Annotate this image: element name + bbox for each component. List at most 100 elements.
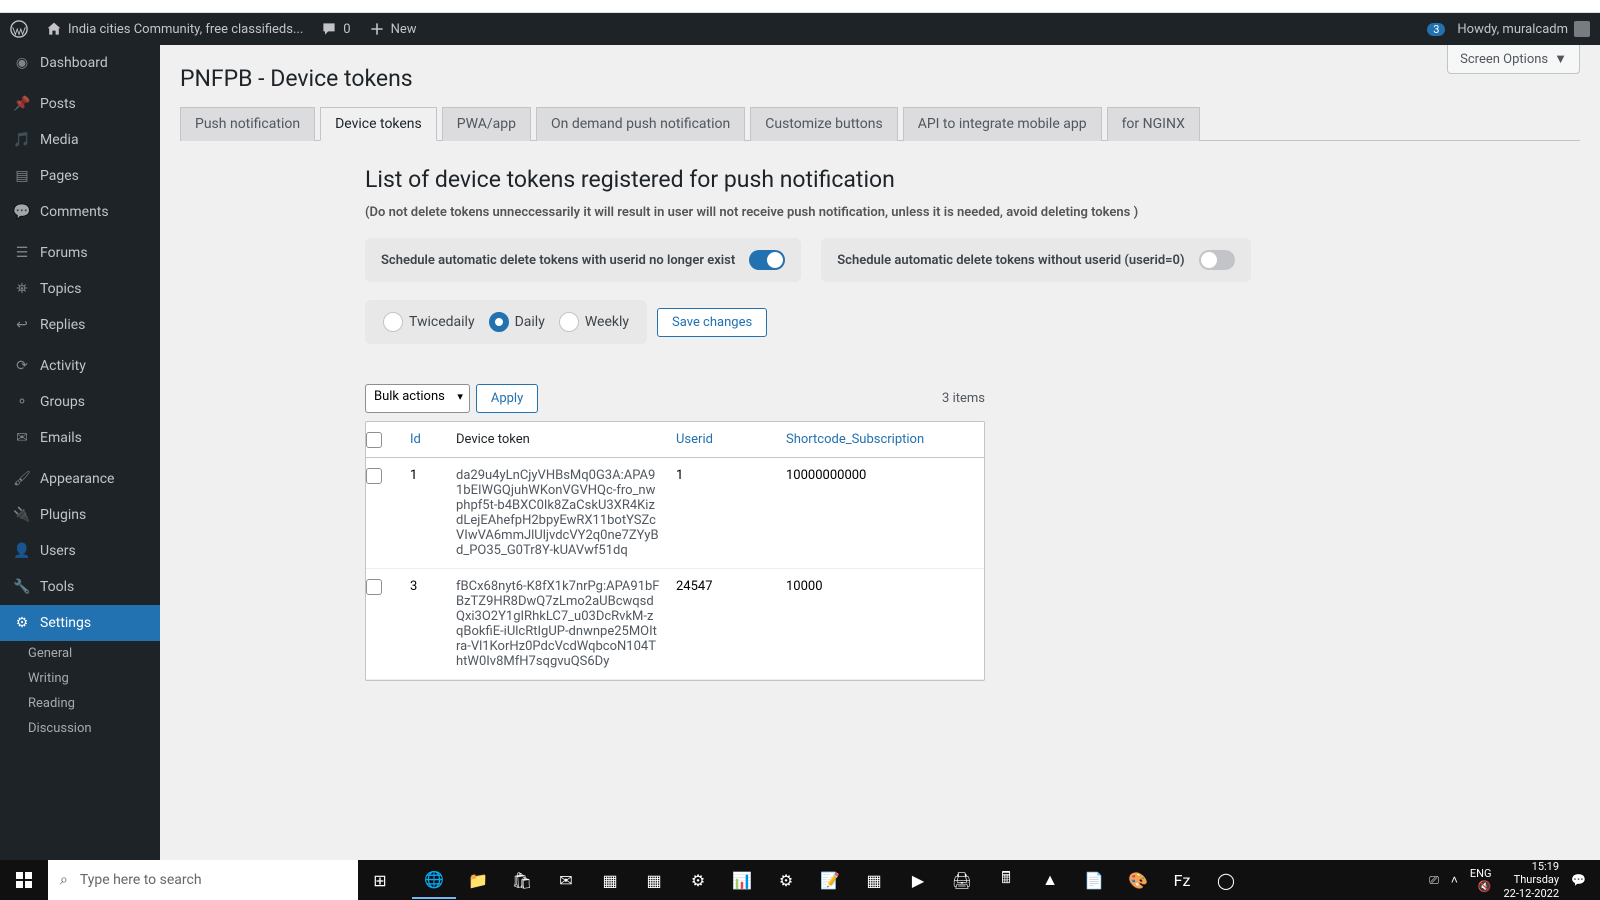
- howdy-user[interactable]: Howdy, muralcadm: [1457, 21, 1590, 37]
- tab-push-notification[interactable]: Push notification: [180, 107, 315, 141]
- row-checkbox[interactable]: [366, 579, 382, 595]
- activity-icon: ⟳: [12, 356, 32, 376]
- section-note: (Do not delete tokens unneccessarily it …: [365, 205, 1580, 220]
- comment-bubble-icon: [321, 21, 337, 37]
- table-row: 1 da29u4yLnCjyVHBsMq0G3A:APA91bEIWGQjuhW…: [366, 458, 984, 569]
- tab-device-tokens[interactable]: Device tokens: [320, 107, 437, 141]
- apply-button[interactable]: Apply: [476, 384, 538, 413]
- bulk-actions-select[interactable]: Bulk actions: [365, 384, 470, 413]
- site-link[interactable]: India cities Community, free classifieds…: [46, 21, 303, 37]
- chevron-down-icon: ▼: [1554, 51, 1567, 67]
- tab-pwa-app[interactable]: PWA/app: [442, 107, 531, 141]
- tray-day: Thursday: [1504, 873, 1560, 886]
- row-checkbox[interactable]: [366, 468, 382, 484]
- radio-icon: [559, 312, 579, 332]
- radio-weekly[interactable]: Weekly: [559, 312, 629, 332]
- new-label: New: [391, 22, 417, 37]
- sidebar-item-settings[interactable]: ⚙Settings: [0, 605, 160, 641]
- sidebar-sub-discussion[interactable]: Discussion: [0, 716, 160, 741]
- system-tray: ⎚ ˄ ENG 🔇 15:19 Thursday 22-12-2022 💬: [1429, 860, 1600, 900]
- select-all-checkbox[interactable]: [366, 432, 382, 448]
- wp-adminbar: India cities Community, free classifieds…: [0, 13, 1600, 45]
- tray-time[interactable]: 15:19: [1504, 860, 1560, 873]
- sidebar-item-forums[interactable]: ☰Forums: [0, 235, 160, 271]
- nav-tabs: Push notification Device tokens PWA/app …: [180, 107, 1580, 141]
- sidebar-item-topics[interactable]: ⛯Topics: [0, 271, 160, 307]
- start-button[interactable]: [0, 860, 48, 900]
- home-icon: [46, 21, 62, 37]
- media-icon: 🎵: [12, 130, 32, 150]
- howdy-text: Howdy, muralcadm: [1457, 22, 1568, 37]
- sidebar-item-media[interactable]: 🎵Media: [0, 122, 160, 158]
- sidebar-item-replies[interactable]: ↩Replies: [0, 307, 160, 343]
- tray-mute-icon[interactable]: 🔇: [1470, 880, 1492, 893]
- tools-icon: 🔧: [12, 577, 32, 597]
- forums-icon: ☰: [12, 243, 32, 263]
- radio-frequency-box: Twicedaily Daily Weekly: [365, 300, 647, 344]
- sidebar-sub-writing[interactable]: Writing: [0, 666, 160, 691]
- sidebar-item-groups[interactable]: ⚬Groups: [0, 384, 160, 420]
- sidebar-item-emails[interactable]: ✉Emails: [0, 420, 160, 456]
- sidebar-item-posts[interactable]: 📌Posts: [0, 86, 160, 122]
- search-icon: ⌕: [60, 872, 68, 888]
- screen-options-button[interactable]: Screen Options ▼: [1447, 45, 1580, 74]
- topics-icon: ⛯: [12, 279, 32, 299]
- tray-date: 22-12-2022: [1504, 887, 1560, 900]
- tab-on-demand[interactable]: On demand push notification: [536, 107, 745, 141]
- sidebar-item-appearance[interactable]: 🖌Appearance: [0, 461, 160, 497]
- windows-icon: [16, 872, 32, 888]
- th-subscription[interactable]: Shortcode_Subscription: [778, 422, 978, 457]
- cell-token: da29u4yLnCjyVHBsMq0G3A:APA91bEIWGQjuhWKo…: [448, 458, 668, 568]
- notifications-icon[interactable]: 💬: [1571, 873, 1586, 887]
- wp-content: Screen Options ▼ PNFPB - Device tokens P…: [160, 45, 1600, 860]
- browser-chrome-top: [0, 0, 1600, 13]
- tray-chevron-up-icon[interactable]: ˄: [1451, 873, 1458, 887]
- cell-id: 1: [402, 458, 448, 568]
- comment-count: 0: [343, 22, 350, 37]
- site-title: India cities Community, free classifieds…: [68, 22, 303, 37]
- toggle-delete-userid-zero[interactable]: [1199, 250, 1235, 270]
- wp-sidebar: ◉Dashboard 📌Posts 🎵Media ▤Pages 💬Comment…: [0, 45, 160, 860]
- sidebar-sub-general[interactable]: General: [0, 641, 160, 666]
- radio-twicedaily[interactable]: Twicedaily: [383, 312, 475, 332]
- notification-badge[interactable]: 3: [1427, 23, 1445, 36]
- sidebar-item-users[interactable]: 👤Users: [0, 533, 160, 569]
- th-userid[interactable]: Userid: [668, 422, 778, 457]
- tokens-table: Id Device token Userid Shortcode_Subscri…: [365, 421, 985, 681]
- section-heading: List of device tokens registered for pus…: [365, 166, 1580, 193]
- sidebar-item-comments[interactable]: 💬Comments: [0, 194, 160, 230]
- tray-lang[interactable]: ENG: [1470, 867, 1492, 880]
- radio-daily[interactable]: Daily: [489, 312, 545, 332]
- tray-project-icon[interactable]: ⎚: [1429, 873, 1439, 888]
- users-icon: 👤: [12, 541, 32, 561]
- th-id[interactable]: Id: [402, 422, 448, 457]
- comments-link[interactable]: 0: [321, 21, 350, 37]
- toggle1-label: Schedule automatic delete tokens with us…: [381, 253, 735, 268]
- save-changes-button[interactable]: Save changes: [657, 308, 767, 337]
- sidebar-item-tools[interactable]: 🔧Tools: [0, 569, 160, 605]
- search-placeholder: Type here to search: [80, 872, 202, 888]
- task-view-icon[interactable]: ⊞: [358, 861, 402, 899]
- cell-token: fBCx68nyt6-K8fX1k7nrPg:APA91bFBzTZ9HR8Dw…: [448, 569, 668, 679]
- new-link[interactable]: New: [369, 21, 417, 37]
- sidebar-item-pages[interactable]: ▤Pages: [0, 158, 160, 194]
- tab-customize-buttons[interactable]: Customize buttons: [750, 107, 897, 141]
- page-title: PNFPB - Device tokens: [180, 45, 1580, 107]
- toggle-box-2: Schedule automatic delete tokens without…: [821, 238, 1250, 282]
- sidebar-item-activity[interactable]: ⟳Activity: [0, 348, 160, 384]
- sidebar-sub-reading[interactable]: Reading: [0, 691, 160, 716]
- sidebar-item-dashboard[interactable]: ◉Dashboard: [0, 45, 160, 81]
- table-row: 3 fBCx68nyt6-K8fX1k7nrPg:APA91bFBzTZ9HR8…: [366, 569, 984, 680]
- toggle-delete-no-userid[interactable]: [749, 250, 785, 270]
- radio-icon: [383, 312, 403, 332]
- wordpress-icon: [10, 20, 28, 38]
- radio-icon: [489, 312, 509, 332]
- tab-api[interactable]: API to integrate mobile app: [903, 107, 1102, 141]
- windows-taskbar: ⌕ Type here to search ⊞ 🌐 📁 🛍 ✉ ▦ ▦ ⚙ 📊 …: [0, 860, 1600, 900]
- toggle2-label: Schedule automatic delete tokens without…: [837, 253, 1184, 268]
- sidebar-item-plugins[interactable]: 🔌Plugins: [0, 497, 160, 533]
- tab-nginx[interactable]: for NGINX: [1107, 107, 1200, 141]
- dashboard-icon: ◉: [12, 53, 32, 73]
- taskbar-search[interactable]: ⌕ Type here to search: [48, 860, 358, 900]
- wp-logo[interactable]: [10, 20, 28, 38]
